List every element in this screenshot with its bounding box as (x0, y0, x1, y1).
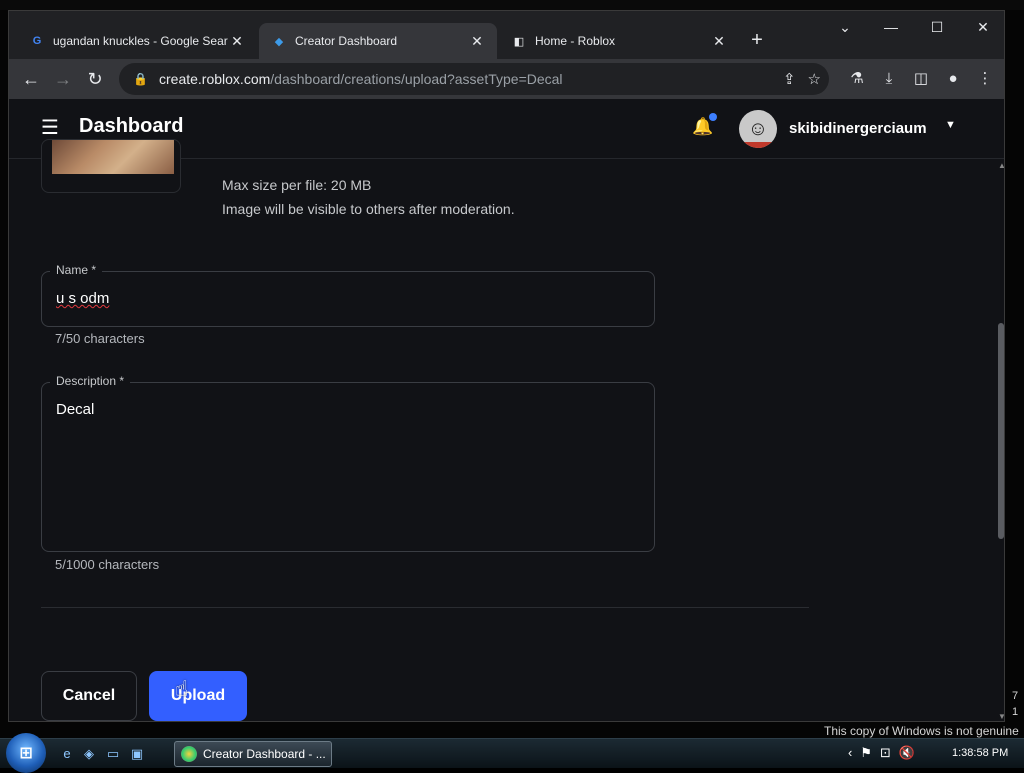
windows-taskbar: ⊞ e ◈ ▭ ▣ Creator Dashboard - ... ‹ ⚑ ⊡ … (0, 733, 1024, 773)
internet-explorer-icon[interactable]: e (58, 745, 76, 763)
window-switch-icon[interactable]: ▣ (128, 745, 146, 763)
lock-icon[interactable]: 🔒 (133, 72, 151, 86)
moderation-info: Image will be visible to others after mo… (222, 201, 515, 217)
volume-muted-icon[interactable]: 🔇 (899, 745, 915, 761)
avatar-accent (743, 142, 773, 148)
roblox-icon: ◧ (513, 35, 525, 48)
window-controls: ⌄ — ☐ ✕ (822, 11, 1004, 43)
clock[interactable]: 1:38:58 PM (952, 747, 1008, 759)
windows-genuine-watermark: This copy of Windows is not genuine (824, 724, 1019, 738)
edge-digit-top: 7 (1012, 690, 1019, 702)
system-tray: ‹ ⚑ ⊡ 🔇 (848, 745, 915, 761)
roblox-studio-icon: ◆ (274, 35, 284, 48)
back-arrow-icon[interactable]: ← (15, 63, 47, 95)
page-scrollbar[interactable]: ▲ ▼ (996, 159, 1004, 721)
name-label: Name * (50, 263, 103, 277)
address-bar[interactable]: 🔒 create.roblox.com/dashboard/creations/… (119, 63, 829, 95)
scroll-up-arrow-icon[interactable]: ▲ (998, 161, 1004, 170)
page-title: Dashboard (79, 115, 184, 137)
omnibox-actions: ⇪ ☆ (783, 63, 821, 95)
tab-strip: G ugandan knuckles - Google Sear ✕ ◆ Cre… (9, 11, 1004, 59)
google-icon: G (32, 35, 42, 47)
page-viewport: ☰ Dashboard 🔔 ☺ skibidinergerciaum ▼ Max… (9, 99, 1004, 721)
taskbar-window-title: Creator Dashboard - ... (203, 747, 326, 761)
desktop-icon[interactable]: ▭ (104, 745, 122, 763)
hamburger-menu-icon[interactable]: ☰ (41, 117, 63, 139)
forward-arrow-icon[interactable]: → (47, 63, 79, 95)
maximize-icon[interactable]: ☐ (914, 11, 960, 43)
name-field[interactable]: Name * u s odm (41, 263, 655, 327)
upload-button[interactable]: Upload (149, 671, 247, 721)
divider (41, 607, 809, 608)
download-icon[interactable]: ⤓ (876, 66, 902, 92)
top-band (0, 0, 1024, 10)
desktop: G ugandan knuckles - Google Sear ✕ ◆ Cre… (0, 0, 1024, 773)
url-path: /dashboard/creations/upload?assetType=De… (270, 71, 563, 87)
name-input[interactable]: u s odm (56, 290, 109, 307)
tab-title: ugandan knuckles - Google Sear (53, 34, 228, 48)
flag-icon[interactable]: ⚑ (860, 745, 872, 761)
description-input[interactable]: Decal (56, 401, 94, 418)
side-panel-icon[interactable]: ◫ (908, 66, 934, 92)
close-icon[interactable]: ✕ (229, 33, 245, 50)
tab-title: Creator Dashboard (295, 34, 398, 48)
tab-title: Home - Roblox (535, 34, 616, 48)
browser-window: G ugandan knuckles - Google Sear ✕ ◆ Cre… (8, 10, 1005, 722)
hand-cursor-icon: ☝ (175, 676, 189, 701)
chrome-icon (181, 746, 197, 762)
notification-dot (709, 113, 717, 121)
url-host: create.roblox.com (159, 71, 271, 87)
caret-down-icon[interactable]: ▼ (945, 119, 956, 131)
browser-toolbar: ← → ↻ 🔒 create.roblox.com/dashboard/crea… (9, 59, 1004, 99)
edge-digits: 7 1 (1012, 688, 1018, 720)
toolbar-actions: ⚗ ⤓ ◫ ● ⋮ (844, 63, 998, 95)
name-counter: 7/50 characters (55, 331, 145, 346)
labs-flask-icon[interactable]: ⚗ (844, 66, 870, 92)
star-icon[interactable]: ☆ (808, 70, 821, 88)
cancel-button[interactable]: Cancel (41, 671, 137, 721)
more-menu-icon[interactable]: ⋮ (972, 66, 998, 92)
tab-creator-dashboard[interactable]: ◆ Creator Dashboard ✕ (259, 23, 497, 59)
tab-google-search[interactable]: G ugandan knuckles - Google Sear ✕ (17, 23, 257, 59)
minimize-icon[interactable]: — (868, 11, 914, 43)
chevron-down-icon[interactable]: ⌄ (822, 11, 868, 43)
preview-image (52, 140, 174, 174)
description-counter: 5/1000 characters (55, 557, 160, 572)
start-orb-icon[interactable]: ⊞ (6, 733, 46, 773)
share-icon[interactable]: ⇪ (783, 70, 796, 88)
cube-app-icon[interactable]: ◈ (80, 745, 98, 763)
taskbar-window-creator-dashboard[interactable]: Creator Dashboard - ... (174, 741, 332, 767)
description-field[interactable]: Description * Decal (41, 374, 655, 552)
profile-icon[interactable]: ● (940, 66, 966, 92)
tab-roblox-home[interactable]: ◧ Home - Roblox ✕ (499, 23, 739, 59)
chevron-left-icon[interactable]: ‹ (848, 745, 852, 761)
network-icon[interactable]: ⊡ (880, 745, 891, 761)
description-label: Description * (50, 374, 131, 388)
avatar[interactable]: ☺ (739, 110, 777, 148)
close-window-icon[interactable]: ✕ (960, 11, 1004, 43)
close-icon[interactable]: ✕ (711, 33, 727, 50)
edge-digit-bottom: 1 (1012, 706, 1019, 718)
new-tab-button[interactable]: + (745, 29, 769, 53)
image-preview (41, 139, 181, 193)
reload-icon[interactable]: ↻ (79, 63, 111, 95)
username[interactable]: skibidinergerciaum (789, 120, 927, 137)
upload-form: Max size per file: 20 MB Image will be v… (9, 139, 1004, 721)
scroll-down-arrow-icon[interactable]: ▼ (998, 712, 1004, 721)
scroll-thumb[interactable] (998, 323, 1004, 539)
max-size-info: Max size per file: 20 MB (222, 177, 372, 193)
close-icon[interactable]: ✕ (469, 33, 485, 50)
